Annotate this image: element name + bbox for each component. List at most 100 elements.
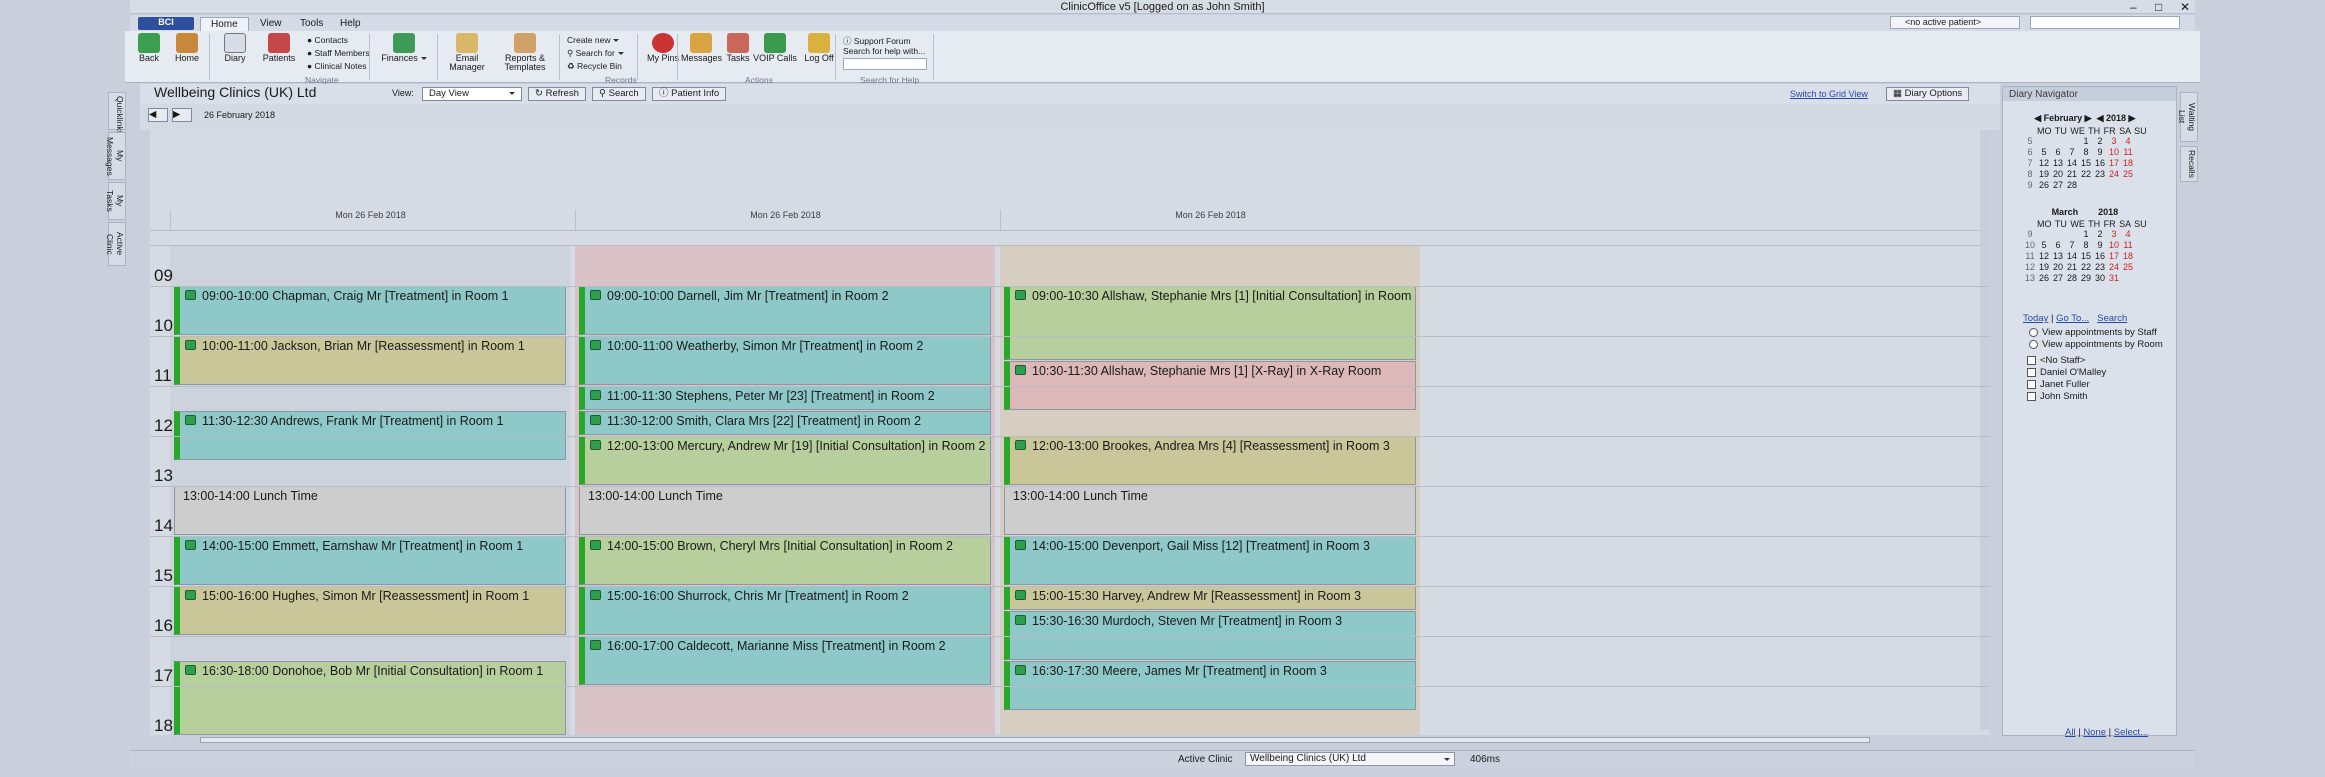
horizontal-scrollbar[interactable] <box>170 735 1990 745</box>
back-button[interactable]: Back <box>131 33 167 63</box>
calendar-day[interactable] <box>2121 180 2135 191</box>
calendar-day[interactable]: 12 <box>2037 158 2051 169</box>
appointment[interactable]: 13:00-14:00 Lunch Time <box>1004 486 1416 535</box>
calendar-day[interactable]: 1 <box>2079 136 2093 147</box>
view-by-staff-option[interactable]: View appointments by Staff <box>2029 327 2157 338</box>
appointment[interactable]: 16:30-18:00 Donohoe, Bob Mr [Initial Con… <box>174 661 566 735</box>
appointment[interactable]: 15:00-15:30 Harvey, Andrew Mr [Reassessm… <box>1004 586 1416 610</box>
tab-home[interactable]: Home <box>200 17 249 31</box>
calendar-day[interactable]: 1 <box>2079 229 2093 240</box>
calendar-day[interactable]: 27 <box>2051 180 2065 191</box>
calendar-day[interactable]: 5 <box>2037 240 2051 251</box>
appointment[interactable]: 09:00-10:00 Darnell, Jim Mr [Treatment] … <box>579 286 991 335</box>
calendar-day[interactable]: 26 <box>2037 273 2051 284</box>
checkbox-icon[interactable] <box>2027 367 2036 377</box>
appointment[interactable]: 13:00-14:00 Lunch Time <box>174 486 566 535</box>
calendar-day[interactable]: 21 <box>2065 262 2079 273</box>
checkbox-icon[interactable] <box>2027 391 2036 401</box>
calendar-day[interactable]: 14 <box>2065 158 2079 169</box>
calendar-day[interactable]: 19 <box>2037 169 2051 180</box>
appointment[interactable]: 13:00-14:00 Lunch Time <box>579 486 991 535</box>
appointment[interactable]: 14:00-15:00 Emmett, Earnshaw Mr [Treatme… <box>174 536 566 585</box>
appointment[interactable]: 10:00-11:00 Jackson, Brian Mr [Reassessm… <box>174 336 566 385</box>
calendar-day[interactable]: 6 <box>2051 240 2065 251</box>
checkbox-icon[interactable] <box>2027 379 2036 389</box>
staff-item[interactable]: John Smith <box>2027 391 2167 403</box>
finances-button[interactable]: Finances <box>379 33 429 63</box>
search-button[interactable]: ⚲ Search <box>592 87 646 101</box>
calendar-day[interactable]: 7 <box>2065 240 2079 251</box>
select-link[interactable]: Select... <box>2114 727 2148 738</box>
calendar-day[interactable]: 13 <box>2051 251 2065 262</box>
calendar-day[interactable]: 10 <box>2107 147 2121 158</box>
staff-members-button[interactable]: ● Staff Members <box>307 48 370 58</box>
search-help-input[interactable] <box>843 58 927 70</box>
scroll-thumb[interactable] <box>200 737 1870 743</box>
patients-button[interactable]: Patients <box>257 33 301 63</box>
calendar-day[interactable]: 27 <box>2051 273 2065 284</box>
email-manager-button[interactable]: Email Manager <box>443 33 491 72</box>
today-link[interactable]: Today <box>2023 313 2048 324</box>
calendar-day[interactable]: 18 <box>2121 251 2135 262</box>
calendar-day[interactable]: 18 <box>2121 158 2135 169</box>
calendar-day[interactable]: 30 <box>2093 273 2107 284</box>
calendar-day[interactable]: 3 <box>2107 136 2121 147</box>
appointment[interactable]: 14:00-15:00 Devenport, Gail Miss [12] [T… <box>1004 536 1416 585</box>
calendar-day[interactable] <box>2051 136 2065 147</box>
calendar-day[interactable]: 22 <box>2079 262 2093 273</box>
calendar-day[interactable]: 20 <box>2051 262 2065 273</box>
minimize-icon[interactable]: – <box>2130 0 2137 14</box>
appointment[interactable]: 09:00-10:00 Chapman, Craig Mr [Treatment… <box>174 286 566 335</box>
calendar-day[interactable]: 15 <box>2079 251 2093 262</box>
appointment[interactable]: 12:00-13:00 Brookes, Andrea Mrs [4] [Rea… <box>1004 436 1416 485</box>
calendar-day[interactable]: 9 <box>2093 147 2107 158</box>
calendar-day[interactable]: 25 <box>2121 169 2135 180</box>
appointment[interactable]: 14:00-15:00 Brown, Cheryl Mrs [Initial C… <box>579 536 991 585</box>
tab-my-tasks[interactable]: My Tasks <box>105 182 126 220</box>
global-search-input[interactable] <box>2030 16 2180 29</box>
tab-view[interactable]: View <box>250 17 292 31</box>
tab-active-clinic[interactable]: Active Clinic <box>105 222 126 266</box>
appointment[interactable]: 11:30-12:00 Smith, Clara Mrs [22] [Treat… <box>579 411 991 435</box>
calendar-day[interactable]: 8 <box>2079 240 2093 251</box>
tab-help[interactable]: Help <box>330 17 371 31</box>
tab-waiting-list[interactable]: Waiting List <box>2177 92 2198 142</box>
reports-button[interactable]: Reports & Templates <box>497 33 553 72</box>
active-clinic-select[interactable]: Wellbeing Clinics (UK) Ltd <box>1245 752 1455 766</box>
calendar-day[interactable]: 24 <box>2107 169 2121 180</box>
maximize-icon[interactable]: □ <box>2155 0 2162 14</box>
calendar-day[interactable]: 22 <box>2079 169 2093 180</box>
prev-day-button[interactable]: ◀ <box>148 108 168 122</box>
home-button[interactable]: Home <box>169 33 205 63</box>
calendar-day[interactable]: 4 <box>2121 229 2135 240</box>
recycle-bin-button[interactable]: ♻ Recycle Bin <box>567 61 622 72</box>
voip-calls-button[interactable]: VOIP Calls <box>753 33 797 63</box>
clinical-notes-button[interactable]: ● Clinical Notes <box>307 61 366 71</box>
appointment[interactable]: 16:00-17:00 Caldecott, Marianne Miss [Tr… <box>579 636 991 685</box>
calendar-day[interactable] <box>2051 229 2065 240</box>
all-link[interactable]: All <box>2065 727 2076 738</box>
calendar-day[interactable]: 16 <box>2093 158 2107 169</box>
tab-quicklinks[interactable]: Quicklinks <box>108 92 126 135</box>
calendar-day[interactable]: 11 <box>2121 147 2135 158</box>
calendar-day[interactable]: 28 <box>2065 180 2079 191</box>
refresh-button[interactable]: ↻ Refresh <box>528 87 586 101</box>
calendar-day[interactable]: 2 <box>2093 136 2107 147</box>
calendar-day[interactable] <box>2079 180 2093 191</box>
appointment[interactable]: 09:00-10:30 Allshaw, Stephanie Mrs [1] [… <box>1004 286 1416 360</box>
calendar-day[interactable] <box>2065 136 2079 147</box>
app-menu-button[interactable]: BCI <box>138 17 194 30</box>
appointment[interactable]: 11:00-11:30 Stephens, Peter Mr [23] [Tre… <box>579 386 991 410</box>
appointment[interactable]: 15:00-16:00 Hughes, Simon Mr [Reassessme… <box>174 586 566 635</box>
calendar-day[interactable] <box>2093 180 2107 191</box>
calendar-day[interactable]: 6 <box>2051 147 2065 158</box>
calendar-day[interactable]: 13 <box>2051 158 2065 169</box>
tab-my-messages[interactable]: My Messages <box>105 132 126 180</box>
tab-recalls[interactable]: Recalls <box>2180 146 2198 182</box>
appointment[interactable]: 12:00-13:00 Mercury, Andrew Mr [19] [Ini… <box>579 436 991 485</box>
diary-options-button[interactable]: ▦ Diary Options <box>1886 87 1970 101</box>
search-for-button[interactable]: ⚲ Search for <box>567 48 624 59</box>
goto-link[interactable]: Go To... <box>2056 313 2089 324</box>
calendar-day[interactable]: 17 <box>2107 251 2121 262</box>
close-icon[interactable]: ✕ <box>2180 0 2190 14</box>
